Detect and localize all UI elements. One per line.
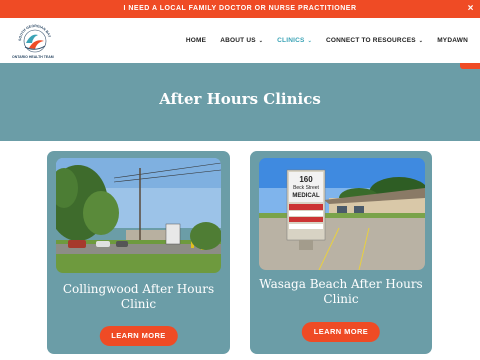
nav-connect-label: CONNECT TO RESOURCES [325, 37, 416, 44]
learn-more-button[interactable]: LEARN MORE [99, 326, 178, 346]
nav-about-us-label: ABOUT US [220, 37, 256, 44]
nav-clinics-label: CLINICS [277, 37, 305, 44]
clinic-photo-wasaga-beach: 160 Beck Street MEDICAL [259, 158, 425, 270]
top-banner[interactable]: I NEED A LOCAL FAMILY DOCTOR OR NURSE PR… [0, 0, 480, 18]
learn-more-button[interactable]: LEARN MORE [301, 322, 381, 342]
nav-mydawn-label: MYDAWN [437, 37, 468, 44]
clinic-card-wasaga-beach: 160 Beck Street MEDICAL Wasaga Beach Aft… [250, 151, 432, 354]
clinic-photo-illustration [56, 158, 221, 273]
clinic-card-collingwood: Collingwood After Hours Clinic LEARN MOR… [47, 151, 230, 354]
main-nav: HOME ABOUT US ⌄ CLINICS ⌄ CONNECT TO RES… [186, 18, 468, 63]
clinic-title: Collingwood After Hours Clinic [62, 282, 215, 311]
clinic-photo-collingwood [56, 158, 221, 273]
nav-connect-to-resources[interactable]: CONNECT TO RESOURCES ⌄ [326, 37, 423, 44]
chevron-down-icon: ⌄ [307, 37, 312, 44]
nav-mydawn[interactable]: MYDAWN [437, 37, 468, 44]
side-tab[interactable] [460, 63, 480, 69]
hero-section: After Hours Clinics [0, 63, 480, 141]
chevron-down-icon: ⌄ [418, 37, 424, 44]
page-title: After Hours Clinics [159, 90, 321, 108]
sign-number: 160 [299, 175, 313, 184]
nav-home-label: HOME [185, 37, 207, 44]
close-icon[interactable]: × [468, 0, 474, 18]
nav-clinics[interactable]: CLINICS ⌄ [277, 37, 312, 44]
sign-street: Beck Street [293, 185, 319, 191]
logo-subtitle: ONTARIO HEALTH TEAM [12, 55, 54, 59]
nav-about-us[interactable]: ABOUT US ⌄ [220, 37, 263, 44]
nav-home[interactable]: HOME [186, 37, 206, 44]
banner-text[interactable]: I NEED A LOCAL FAMILY DOCTOR OR NURSE PR… [123, 5, 356, 12]
chevron-down-icon: ⌄ [258, 37, 264, 44]
clinic-title: Wasaga Beach After Hours Clinic [259, 277, 423, 306]
clinic-photo-illustration: 160 Beck Street MEDICAL [259, 158, 425, 270]
site-header: SOUTH GEORGIAN BAY ONTARIO HEALTH TEAM H… [0, 18, 480, 63]
sign-medical: MEDICAL [292, 193, 320, 199]
